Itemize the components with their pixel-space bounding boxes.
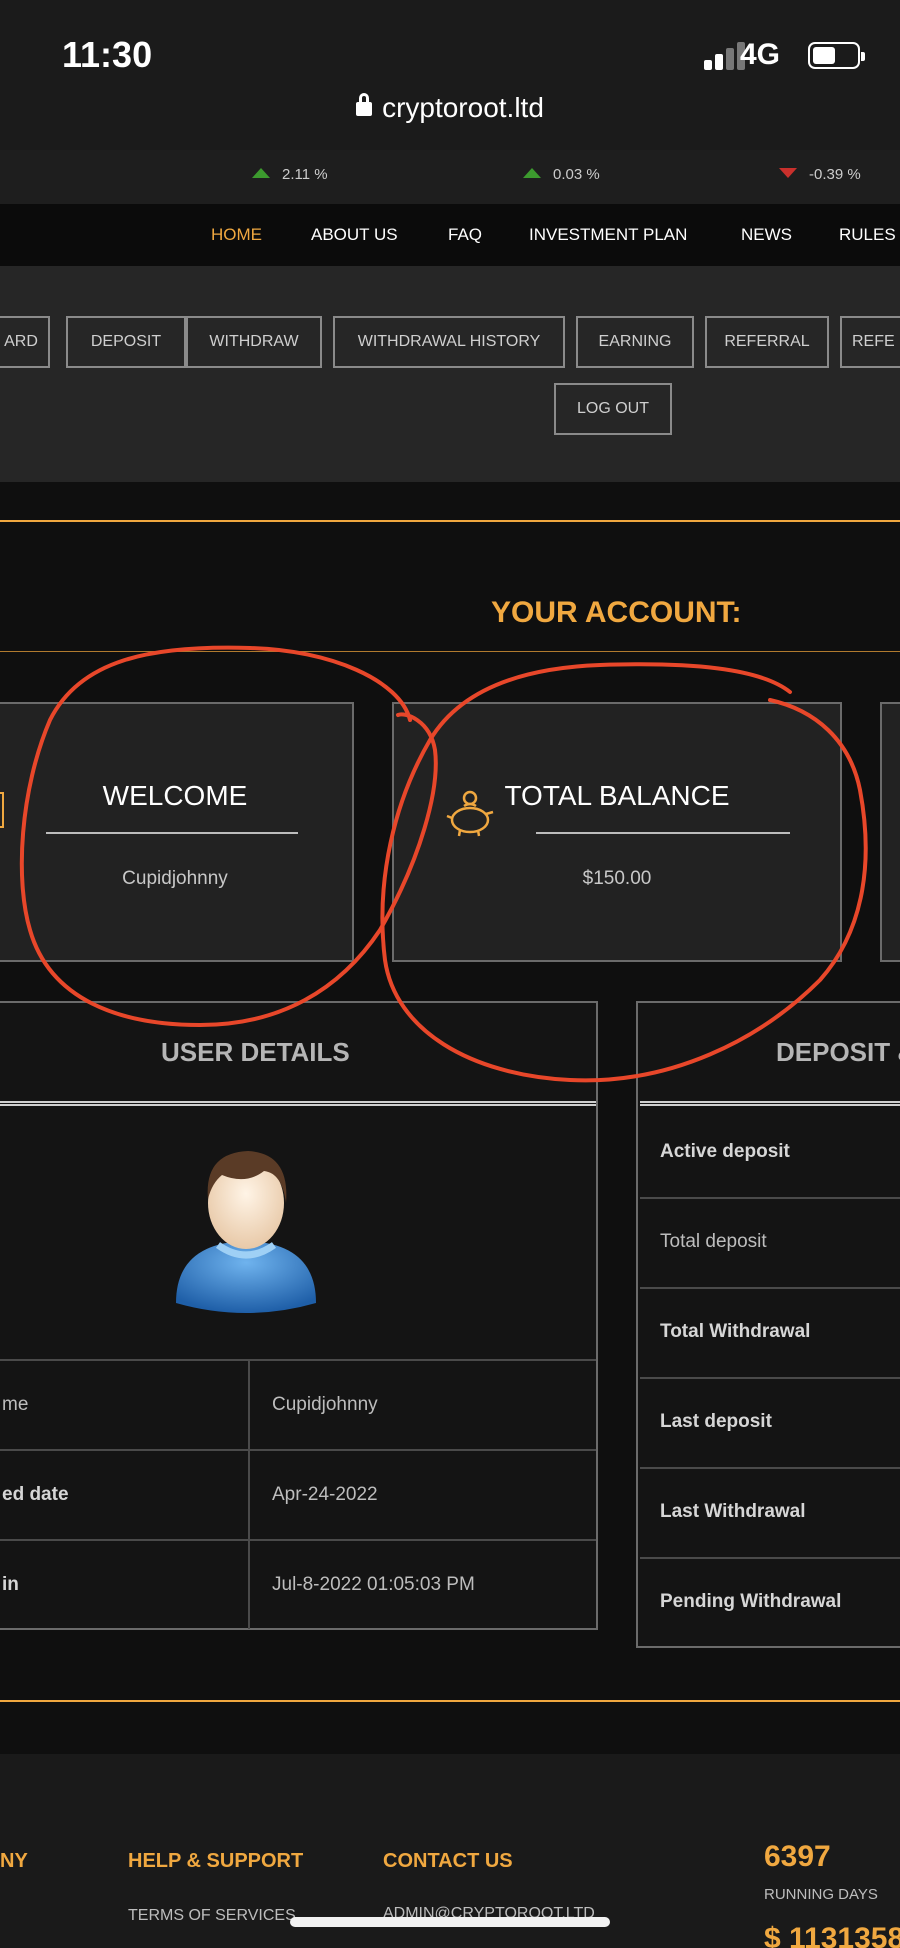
welcome-title: WELCOME: [102, 780, 248, 811]
nav-investment-plan[interactable]: INVESTMENT PLAN: [529, 225, 687, 245]
account-menu: ARD DEPOSIT WITHDRAW WITHDRAWAL HISTORY …: [0, 266, 900, 482]
price-ticker: 2.11 % 0.03 % -0.39 %: [0, 150, 900, 204]
deposit-panel-title: DEPOSIT &: [776, 1037, 900, 1067]
divider: [0, 1700, 900, 1702]
running-days-label: RUNNING DAYS: [764, 1886, 878, 1903]
terms-link[interactable]: TERMS OF SERVICES: [128, 1907, 296, 1925]
total-balance-value: $150.00: [582, 868, 652, 889]
battery-icon: [808, 42, 865, 69]
arrow-up-icon: [252, 168, 270, 178]
running-days-value: 6397: [764, 1840, 831, 1873]
total-balance-card: TOTAL BALANCE $150.00: [392, 702, 842, 962]
detail-value-username: Cupidjohnny: [272, 1394, 378, 1415]
nav-news[interactable]: NEWS: [741, 225, 792, 245]
detail-value-last-login: Jul-8-2022 01:05:03 PM: [272, 1574, 475, 1595]
ticker-item: -0.39 %: [779, 166, 861, 183]
footer-contact-heading: CONTACT US: [383, 1850, 513, 1872]
next-card: [880, 702, 900, 962]
user-details-title: USER DETAILS: [161, 1037, 350, 1067]
detail-label-last-login: in: [2, 1574, 19, 1595]
total-balance-title: TOTAL BALANCE: [504, 780, 730, 811]
url-text: cryptoroot.ltd: [382, 92, 544, 123]
nav-faq[interactable]: FAQ: [448, 225, 482, 245]
deposit-panel: DEPOSIT & Active deposit Total deposit T…: [636, 1001, 900, 1648]
home-indicator[interactable]: [290, 1917, 610, 1927]
detail-label-username: me: [2, 1394, 29, 1415]
detail-label-registered: ed date: [2, 1484, 69, 1505]
detail-value-registered: Apr-24-2022: [272, 1484, 378, 1505]
active-deposit-label: Active deposit: [660, 1141, 790, 1162]
total-withdrawal-label: Total Withdrawal: [660, 1321, 811, 1342]
user-avatar-icon: [176, 1151, 316, 1313]
welcome-username: Cupidjohnny: [122, 868, 228, 889]
footer-company-heading: NY: [0, 1850, 28, 1872]
nav-about[interactable]: ABOUT US: [311, 225, 398, 245]
network-type: 4G: [739, 38, 780, 71]
welcome-card: WELCOME Cupidjohnny: [0, 702, 354, 962]
last-withdrawal-label: Last Withdrawal: [660, 1501, 806, 1522]
divider: [0, 520, 900, 522]
last-deposit-label: Last deposit: [660, 1411, 772, 1432]
nav-home[interactable]: HOME: [211, 225, 262, 245]
deposit-button[interactable]: DEPOSIT: [66, 316, 186, 368]
your-account-title: YOUR ACCOUNT:: [491, 596, 742, 629]
nav-rules[interactable]: RULES: [839, 225, 896, 245]
user-details-panel: USER DETAILS me Cupidjohnny ed date Apr-…: [0, 1001, 598, 1630]
withdraw-button[interactable]: WITHDRAW: [186, 316, 322, 368]
lock-icon: [356, 93, 373, 116]
status-bar: 11:30 4G cryptoroot.ltd: [0, 0, 900, 150]
total-deposit-label: Total deposit: [660, 1231, 767, 1252]
divider: [0, 651, 900, 652]
ticker-item: 0.03 %: [523, 166, 600, 183]
dashboard-button[interactable]: ARD: [0, 316, 50, 368]
logout-button[interactable]: LOG OUT: [554, 383, 672, 435]
footer-help-heading: HELP & SUPPORT: [128, 1850, 304, 1872]
clock: 11:30: [62, 34, 153, 75]
withdrawal-history-button[interactable]: WITHDRAWAL HISTORY: [333, 316, 565, 368]
pending-withdrawal-label: Pending Withdrawal: [660, 1591, 842, 1612]
arrow-down-icon: [779, 168, 797, 178]
total-stat-value: $ 1131358: [764, 1922, 900, 1948]
address-bar[interactable]: cryptoroot.ltd: [0, 92, 900, 124]
main-nav: HOME ABOUT US FAQ INVESTMENT PLAN NEWS R…: [0, 204, 900, 266]
ticker-item: 2.11 %: [252, 166, 328, 183]
arrow-up-icon: [523, 168, 541, 178]
referral-button[interactable]: REFERRAL: [705, 316, 829, 368]
earning-button[interactable]: EARNING: [576, 316, 694, 368]
referral-links-button[interactable]: REFE: [840, 316, 900, 368]
